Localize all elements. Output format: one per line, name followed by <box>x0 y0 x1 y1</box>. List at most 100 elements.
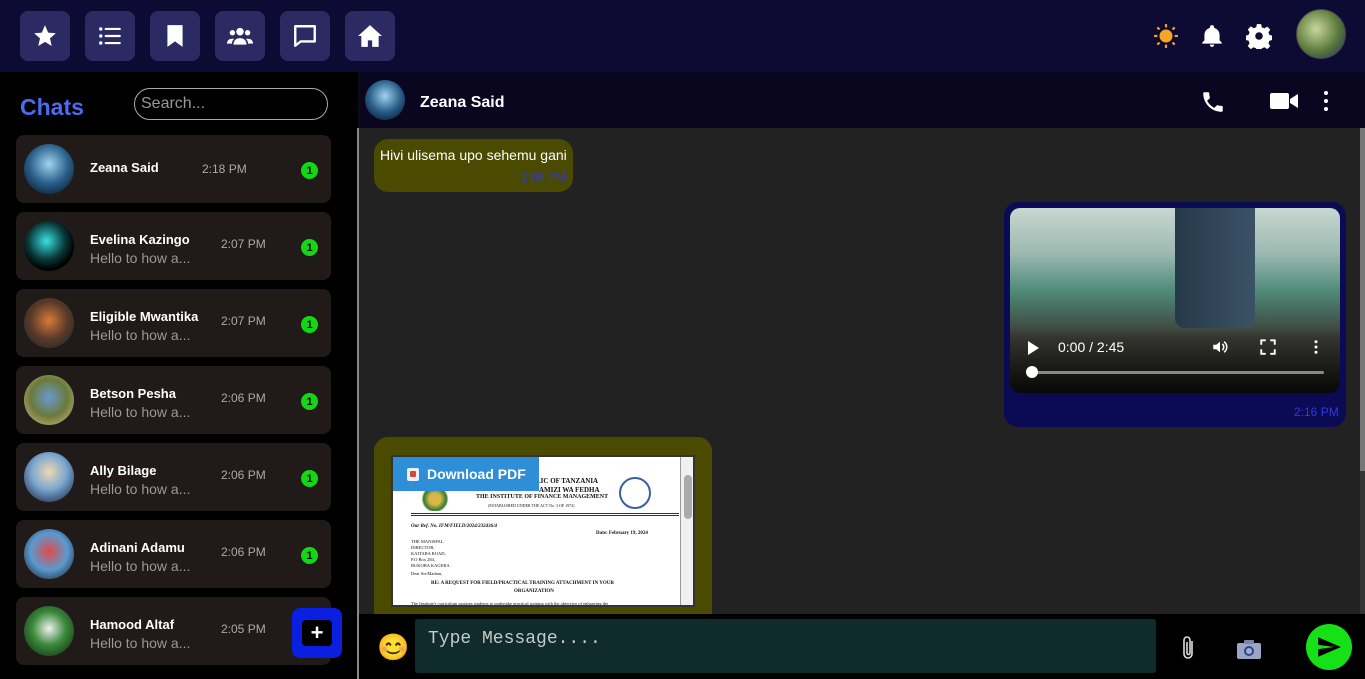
camera-icon[interactable] <box>1236 638 1262 660</box>
star-icon <box>34 25 56 46</box>
gear-icon <box>1246 24 1272 49</box>
chat-sidebar: Chats Zeana Said 2:18 PM 1 Evelina Kazingo H… <box>0 72 358 679</box>
chat-list-item[interactable]: Betson Pesha Hello to how a... 2:06 PM 1 <box>16 366 331 434</box>
video-player[interactable]: 0:00 / 2:45 <box>1010 208 1340 393</box>
chat-name: Evelina Kazingo <box>90 232 190 247</box>
pdf-text: KAITABA ROAD, <box>411 551 446 556</box>
chat-avatar <box>24 298 74 348</box>
chat-avatar <box>24 144 74 194</box>
plus-icon: + <box>302 620 332 646</box>
pdf-text: THE INSTITUTE OF FINANCE MANAGEMENT <box>476 494 609 500</box>
video-thumbnail <box>1175 208 1255 328</box>
top-navigation-bar <box>0 0 1365 72</box>
chat-header: Zeana Said <box>359 72 1365 128</box>
pdf-preview[interactable]: LIC OF TANZANIA AMIZI WA FEDHA THE INSTI… <box>391 455 695 607</box>
chat-name: Hamood Altaf <box>90 617 175 632</box>
pdf-scrollbar-thumb[interactable] <box>684 475 692 519</box>
pdf-text: DIRECTOR, <box>411 545 435 550</box>
groups-button[interactable] <box>215 11 265 61</box>
pdf-text: RE: A REQUEST FOR FIELD/PRACTICAL TRAINI… <box>431 581 614 586</box>
unread-badge: 1 <box>301 393 318 410</box>
fullscreen-icon[interactable] <box>1259 338 1277 356</box>
pdf-scrollbar[interactable] <box>681 457 693 605</box>
unread-badge: 1 <box>301 162 318 179</box>
pdf-text: AMIZI WA FEDHA <box>539 486 600 494</box>
pdf-text: LIC OF TANZANIA <box>536 477 599 485</box>
send-button[interactable] <box>1306 624 1352 670</box>
video-time: 0:00 / 2:45 <box>1058 339 1125 355</box>
notifications-button[interactable] <box>1198 22 1226 50</box>
voice-call-button[interactable] <box>1200 89 1226 115</box>
play-icon[interactable] <box>1028 341 1039 355</box>
more-vertical-icon <box>1324 91 1328 111</box>
home-icon <box>358 25 382 47</box>
chat-time: 2:18 PM <box>202 162 247 176</box>
user-avatar[interactable] <box>1296 9 1346 59</box>
chat-preview: Hello to how a... <box>90 481 191 497</box>
unread-badge: 1 <box>301 316 318 333</box>
chat-list-item[interactable]: Ally Bilage Hello to how a... 2:06 PM 1 <box>16 443 331 511</box>
phone-icon <box>1203 92 1223 112</box>
message-list[interactable]: Hivi ulisema upo sehemu gani 2:09 PM 0:0… <box>359 128 1360 614</box>
chat-list-item[interactable]: Eligible Mwantika Hello to how a... 2:07 P… <box>16 289 331 357</box>
download-pdf-label: Download PDF <box>427 466 526 482</box>
video-progress-track[interactable] <box>1032 371 1324 374</box>
search-input[interactable] <box>134 88 328 120</box>
more-options-button[interactable] <box>1323 90 1329 112</box>
chat-time: 2:06 PM <box>221 391 266 405</box>
institute-seal-logo <box>619 477 651 509</box>
list-button[interactable] <box>85 11 135 61</box>
video-progress-thumb[interactable] <box>1026 366 1038 378</box>
volume-icon[interactable] <box>1211 338 1229 356</box>
paperclip-icon[interactable] <box>1179 634 1199 662</box>
video-more-icon[interactable] <box>1307 338 1325 356</box>
pdf-text: P.O Box 284, <box>411 557 436 562</box>
message-timestamp: 2:16 PM <box>1294 405 1339 419</box>
pdf-text: Dear Sir/Madam, <box>411 571 443 576</box>
theme-toggle-button[interactable] <box>1152 22 1180 50</box>
chat-time: 2:06 PM <box>221 545 266 559</box>
emoji-icon[interactable]: 😊 <box>377 632 409 662</box>
chat-preview: Hello to how a... <box>90 327 191 343</box>
unread-badge: 1 <box>301 239 318 256</box>
chat-name: Adinani Adamu <box>90 540 185 555</box>
home-button[interactable] <box>345 11 395 61</box>
pdf-text: ORGANIZATION <box>514 589 554 594</box>
chat-list-item[interactable]: Evelina Kazingo Hello to how a... 2:07 PM 1 <box>16 212 331 280</box>
message-bubble-incoming: Hivi ulisema upo sehemu gani 2:09 PM <box>374 139 573 192</box>
video-call-button[interactable] <box>1269 90 1299 112</box>
message-bubble-outgoing: 0:00 / 2:45 2:16 PM <box>1004 202 1346 427</box>
chat-time: 2:07 PM <box>221 314 266 328</box>
chat-list-item[interactable]: Zeana Said 2:18 PM 1 <box>16 135 331 203</box>
message-scrollbar[interactable] <box>1360 128 1365 614</box>
favorites-button[interactable] <box>20 11 70 61</box>
chat-time: 2:06 PM <box>221 468 266 482</box>
chat-preview: Hello to how a... <box>90 558 191 574</box>
pdf-text: THE MANISPAL <box>411 539 444 544</box>
chat-list-item[interactable]: Hamood Altaf Hello to how a... 2:05 PM <box>16 597 331 665</box>
chat-avatar <box>24 375 74 425</box>
message-timestamp: 2:09 PM <box>521 170 566 184</box>
chat-time: 2:07 PM <box>221 237 266 251</box>
chat-list-item[interactable]: Adinani Adamu Hello to how a... 2:06 PM 1 <box>16 520 331 588</box>
chat-preview: Hello to how a... <box>90 404 191 420</box>
chat-name: Zeana Said <box>90 160 159 175</box>
pdf-text: (ESTABLISHED UNDER THE ACT No. 3 OF 1972… <box>488 503 575 508</box>
contact-avatar[interactable] <box>365 80 405 120</box>
users-icon <box>227 27 253 45</box>
pdf-text: BUKOBA KAGERA. <box>411 563 451 568</box>
new-chat-button[interactable]: + <box>292 608 342 658</box>
bookmarks-button[interactable] <box>150 11 200 61</box>
sun-icon <box>1154 24 1178 48</box>
messages-button[interactable] <box>280 11 330 61</box>
settings-button[interactable] <box>1245 22 1273 50</box>
chat-name: Eligible Mwantika <box>90 309 199 324</box>
video-controls: 0:00 / 2:45 <box>1010 328 1340 393</box>
pdf-text: The Institute's curriculum sustains stud… <box>411 601 609 606</box>
message-input[interactable] <box>415 619 1156 673</box>
download-pdf-button[interactable]: Download PDF <box>393 457 539 491</box>
chat-preview: Hello to how a... <box>90 250 191 266</box>
message-icon <box>294 25 316 47</box>
chat-avatar <box>24 606 74 656</box>
message-scrollbar-thumb[interactable] <box>1360 128 1365 471</box>
